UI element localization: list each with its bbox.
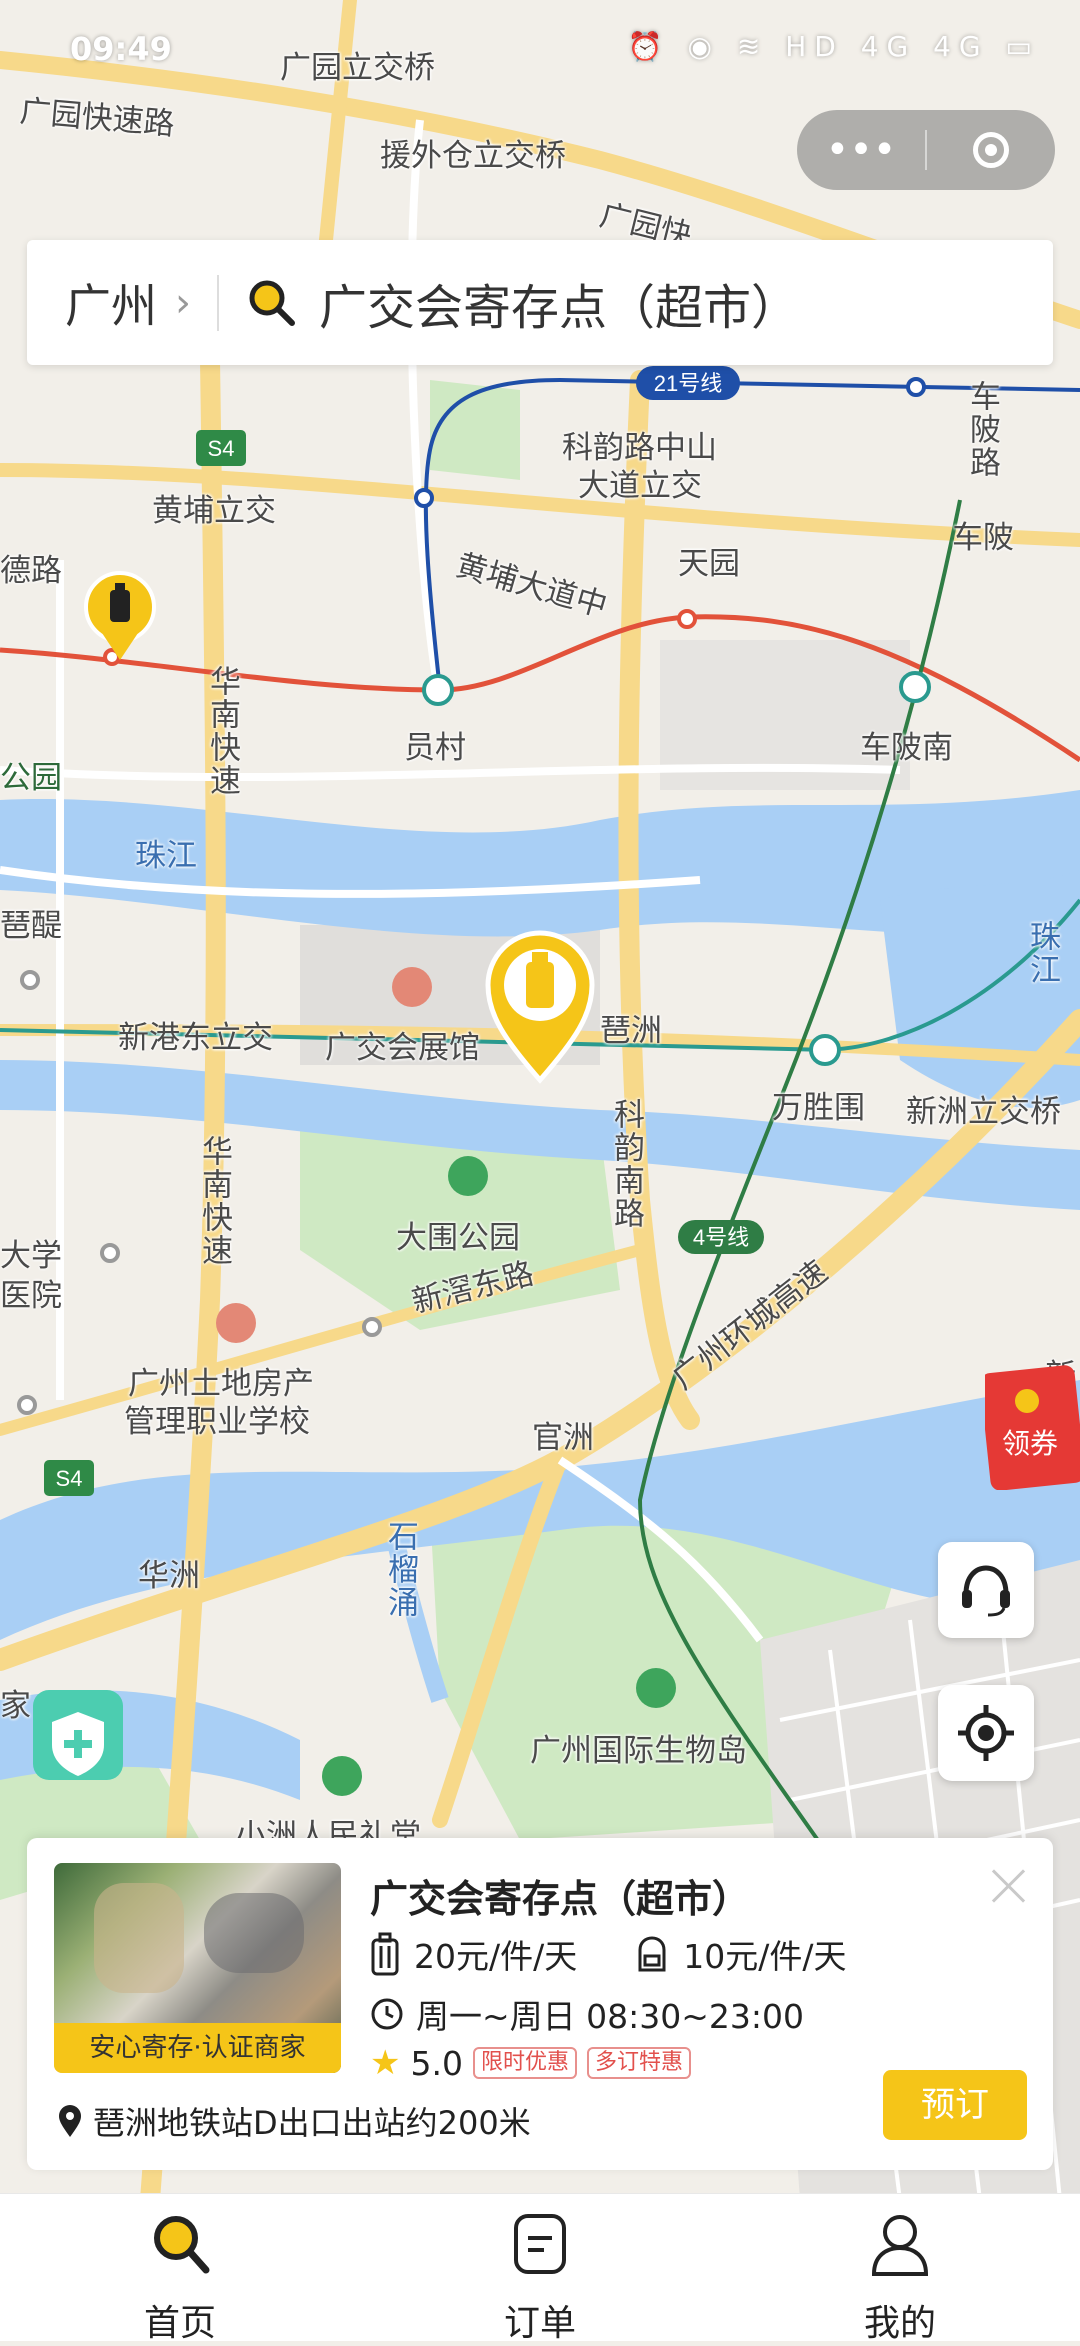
- map-label: 新洲立交桥: [906, 1094, 1061, 1130]
- price-backpack: 10元/件/天: [683, 1937, 847, 1976]
- island-poi-icon: [636, 1668, 676, 1708]
- close-card-icon[interactable]: [987, 1864, 1031, 1908]
- map-label: 华南快速: [204, 665, 240, 797]
- health-shield-icon: [33, 1690, 123, 1780]
- map-label: 科韵南路: [608, 1098, 644, 1230]
- star-icon: ★: [370, 2043, 401, 2083]
- locate-button[interactable]: [938, 1685, 1034, 1781]
- miniprogram-capsule: •••: [797, 110, 1055, 190]
- close-miniprogram-button[interactable]: [927, 110, 1055, 190]
- backpack-icon: [638, 1936, 666, 1972]
- suitcase-icon: [371, 1932, 399, 1976]
- headset-icon: [962, 1565, 1010, 1617]
- search-divider: [217, 274, 219, 331]
- hours-row: 周一~周日 08:30~23:00: [370, 1990, 804, 2038]
- expo-poi-icon: [392, 967, 432, 1007]
- tab-home-label: 首页: [143, 2303, 216, 2344]
- rating-value: 5.0: [410, 2043, 463, 2083]
- order-list-icon: [514, 2214, 566, 2274]
- map-label: 珠江: [135, 838, 197, 874]
- map-label: 大围公园: [396, 1220, 520, 1256]
- more-icon[interactable]: •••: [797, 110, 925, 190]
- map-label: 官洲: [532, 1420, 594, 1456]
- locate-icon: [958, 1705, 1014, 1761]
- opening-hours: 周一~周日 08:30~23:00: [416, 1997, 804, 2036]
- svg-text:领券: 领券: [1002, 1427, 1058, 1460]
- map-label: 援外仓立交桥: [380, 138, 566, 174]
- customer-service-button[interactable]: [938, 1542, 1034, 1638]
- map-label: 医院: [0, 1278, 62, 1314]
- promo-tag: 限时优惠: [472, 2047, 577, 2079]
- promo-tag: 多订特惠: [586, 2047, 691, 2079]
- rating-row: ★ 5.0 限时优惠 多订特惠: [370, 2043, 691, 2083]
- clock-icon: [371, 1998, 403, 2030]
- map-label: 管理职业学校: [124, 1404, 310, 1440]
- search-icon: [154, 2216, 210, 2274]
- close-miniprogram-icon: [973, 132, 1009, 168]
- line21-badge-text: 21号线: [654, 371, 722, 396]
- red-envelope-icon: 领券: [980, 1365, 1080, 1491]
- map-label: 华南快速: [196, 1135, 232, 1267]
- certified-badge: 安心寄存·认证商家: [54, 2023, 341, 2073]
- search-icon: [247, 278, 297, 328]
- map-label: 黄埔立交: [152, 493, 276, 529]
- map-label: 新港东立交: [118, 1020, 273, 1056]
- location-text: 琶洲地铁站D出口出站约200米: [93, 2104, 531, 2142]
- map-label: 广州国际生物岛: [530, 1733, 747, 1769]
- coupon-button[interactable]: 领券: [980, 1365, 1080, 1491]
- map-label: 万胜围: [772, 1090, 865, 1126]
- store-title: 广交会寄存点（超市）: [370, 1877, 751, 1921]
- tab-mine[interactable]: 我的: [800, 2194, 1000, 2344]
- line4-badge-text: 4号线: [693, 1225, 749, 1250]
- map-label: 珠江: [1024, 920, 1060, 986]
- map-label: 天园: [678, 546, 740, 582]
- park-poi-icon: [448, 1156, 488, 1196]
- map-label: 车陂南: [860, 730, 953, 766]
- school-poi-icon: [216, 1303, 256, 1343]
- price-row: 20元/件/天 10元/件/天: [370, 1930, 846, 1978]
- map-label: 大道立交: [578, 468, 702, 504]
- map-label: 琶醍: [0, 908, 62, 944]
- status-indicators: ⏰ ◉ ≋ HD 4G 4G ▭: [627, 30, 1040, 63]
- price-suitcase: 20元/件/天: [414, 1937, 578, 1976]
- map-label: 德路: [0, 553, 62, 589]
- tab-home[interactable]: 首页: [80, 2194, 280, 2344]
- book-button[interactable]: 预订: [883, 2070, 1027, 2140]
- status-time: 09:49: [70, 30, 172, 68]
- map-label: 大学: [0, 1238, 62, 1274]
- tab-orders[interactable]: 订单: [440, 2194, 640, 2344]
- map-label: 华洲: [138, 1558, 200, 1594]
- map-label: 琶洲: [600, 1013, 662, 1049]
- search-bar[interactable]: 广州 › 广交会寄存点（超市）: [27, 240, 1053, 365]
- tab-mine-label: 我的: [863, 2303, 936, 2344]
- tab-bar: 首页 订单 我的: [0, 2193, 1080, 2344]
- map-label: 车陂: [952, 520, 1014, 556]
- svg-text:S4: S4: [208, 436, 235, 461]
- status-bar: 09:49 ⏰ ◉ ≋ HD 4G 4G ▭: [0, 0, 1080, 100]
- map-label: 家: [0, 1688, 31, 1724]
- map-label: 广交会展馆: [325, 1030, 480, 1066]
- chevron-right-icon: ›: [175, 279, 191, 326]
- hall-poi-icon: [322, 1756, 362, 1796]
- map-label: 员村: [404, 730, 466, 766]
- map-label: 公园: [0, 760, 62, 796]
- location-row: 琶洲地铁站D出口出站约200米: [57, 2098, 531, 2144]
- tab-orders-label: 订单: [503, 2303, 576, 2344]
- user-icon: [871, 2215, 929, 2276]
- city-selector[interactable]: 广州: [65, 270, 157, 336]
- search-input[interactable]: 广交会寄存点（超市）: [319, 268, 799, 338]
- storage-info-card[interactable]: 安心寄存·认证商家 广交会寄存点（超市） 20元/件/天 10元/件/天 周一~…: [27, 1838, 1053, 2170]
- location-pin-icon: [59, 2105, 81, 2137]
- map-label: 石榴涌: [382, 1520, 418, 1619]
- map-label: 车陂路: [964, 380, 1000, 479]
- svg-text:S4: S4: [56, 1466, 83, 1491]
